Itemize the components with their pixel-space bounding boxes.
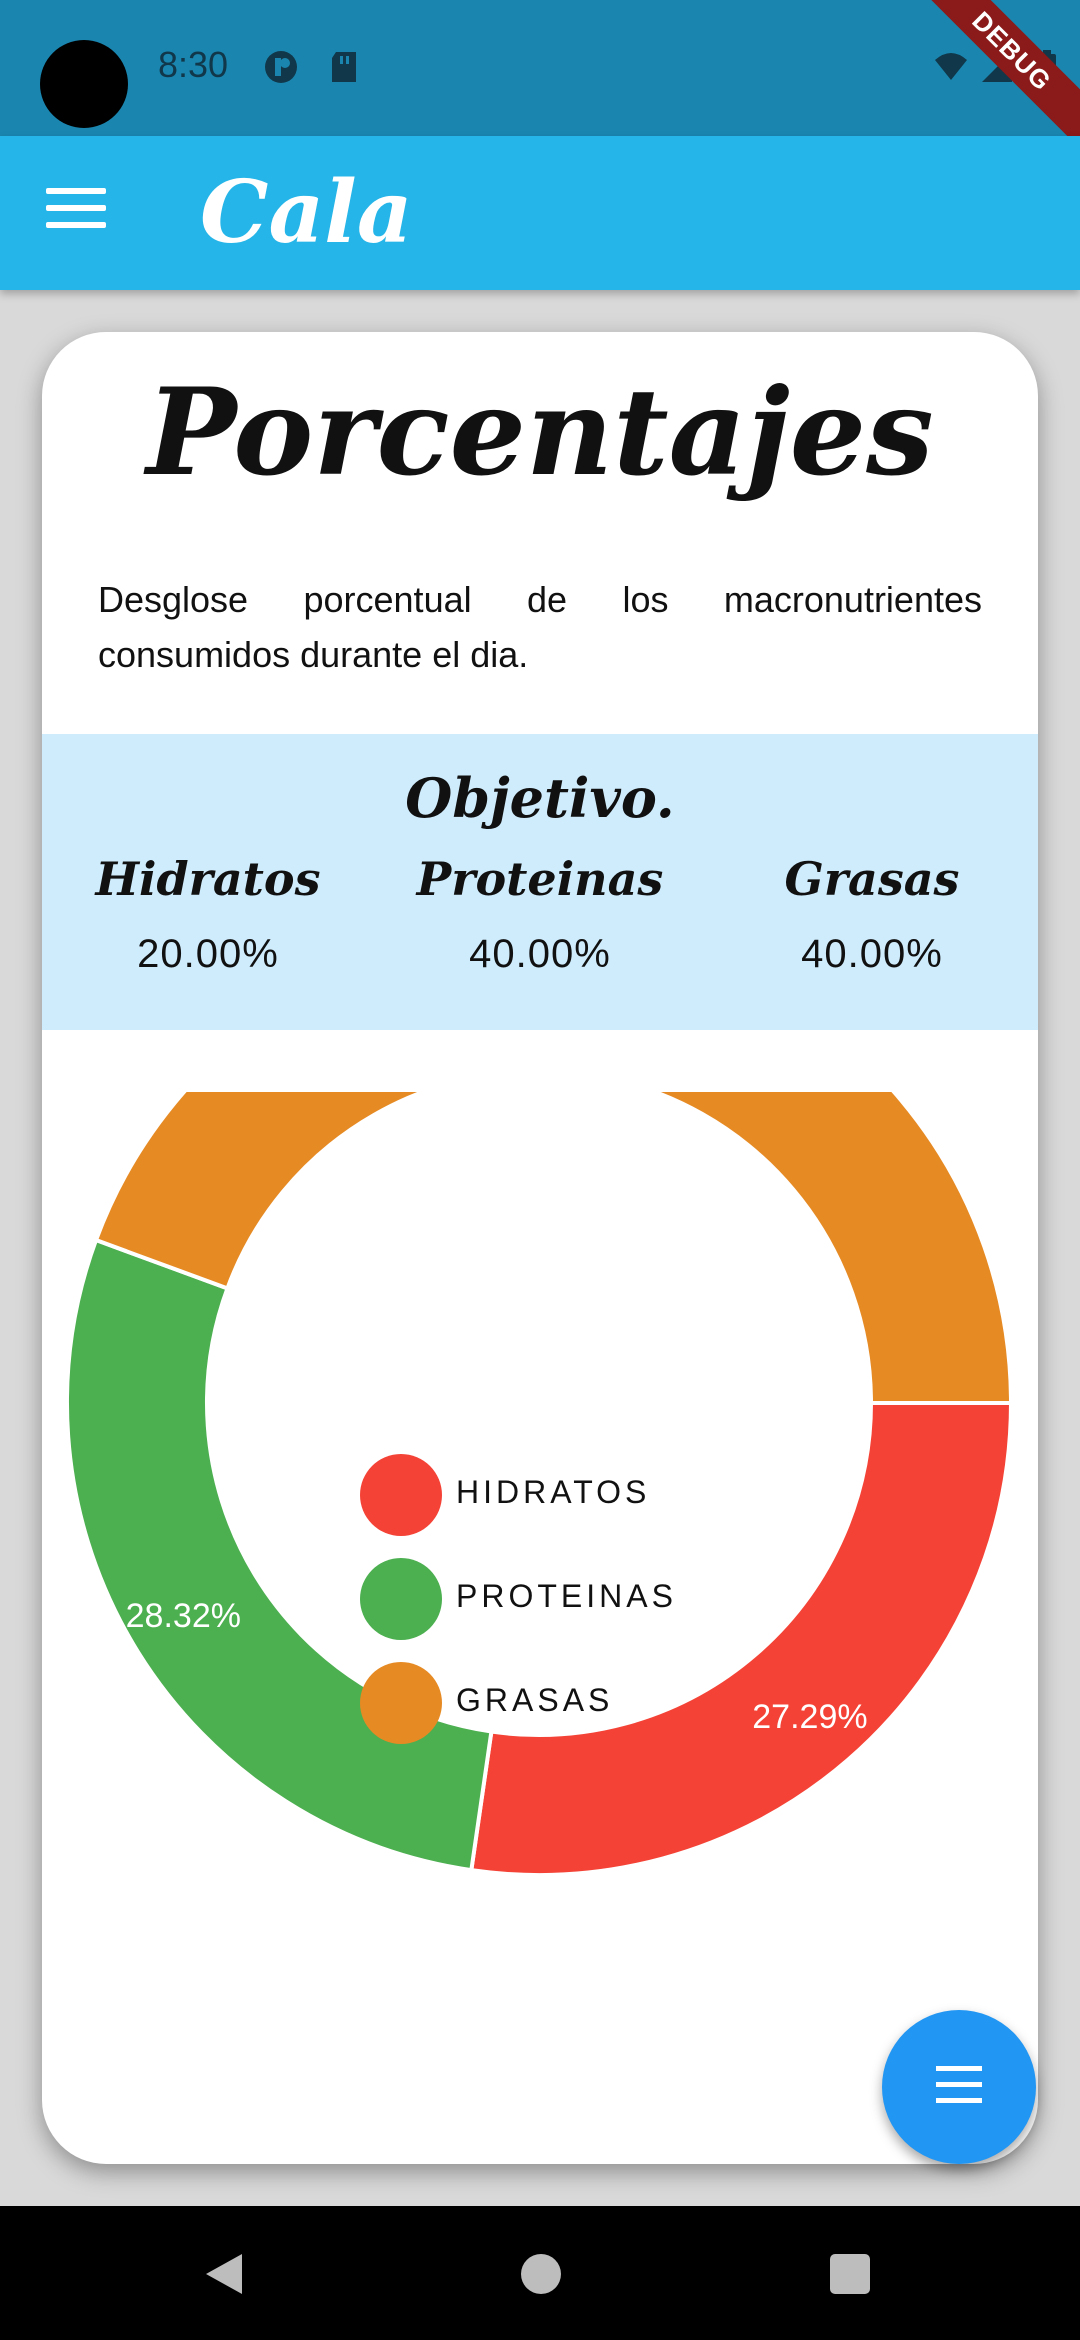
legend-dot-hidratos bbox=[360, 1454, 442, 1536]
donut-slice-grasas bbox=[93, 1092, 1014, 1405]
objective-proteinas: Proteinas 40.00% bbox=[374, 852, 706, 977]
objective-label: Hidratos bbox=[95, 852, 321, 906]
donut-slice-proteinas bbox=[65, 1237, 494, 1873]
legend-dot-grasas bbox=[360, 1662, 442, 1744]
fab-menu-button[interactable] bbox=[882, 2010, 1036, 2164]
objective-value: 20.00% bbox=[137, 932, 279, 976]
hamburger-menu-icon[interactable] bbox=[46, 188, 106, 238]
system-nav-bar bbox=[0, 2206, 1080, 2340]
donut-slice-label: 27.29% bbox=[752, 1698, 867, 1736]
page-title: Porcentajes bbox=[146, 362, 934, 503]
status-bar: 8:30 DEBUG bbox=[0, 0, 1080, 158]
objective-grasas: Grasas 40.00% bbox=[706, 852, 1038, 977]
home-icon[interactable] bbox=[521, 2254, 561, 2294]
objective-title: Objetivo. bbox=[405, 766, 675, 830]
menu-icon bbox=[936, 2066, 982, 2114]
objective-label: Grasas bbox=[784, 852, 960, 906]
recents-icon[interactable] bbox=[830, 2254, 870, 2294]
sd-card-icon bbox=[332, 52, 356, 82]
status-time: 8:30 bbox=[158, 44, 229, 85]
app-bar: Cala bbox=[0, 136, 1080, 290]
percentages-card: Porcentajes Desglose porcentual de los m… bbox=[42, 332, 1038, 2164]
notification-icon bbox=[265, 51, 297, 83]
legend-dot-proteinas bbox=[360, 1558, 442, 1640]
wifi-icon bbox=[935, 53, 967, 80]
back-icon[interactable] bbox=[206, 2254, 242, 2294]
objective-label: Proteinas bbox=[416, 852, 664, 906]
app-title: Cala bbox=[200, 162, 413, 263]
objective-panel: Objetivo. Hidratos 20.00% Proteinas 40.0… bbox=[42, 734, 1038, 1030]
donut-slice-label: 28.32% bbox=[126, 1597, 241, 1635]
objective-value: 40.00% bbox=[469, 932, 611, 976]
description-text: Desglose porcentual de los macronutrient… bbox=[98, 579, 982, 675]
legend-label: PROTEINAS bbox=[456, 1578, 677, 1614]
legend-label: GRASAS bbox=[456, 1682, 614, 1718]
legend-label: HIDRATOS bbox=[456, 1474, 651, 1510]
camera-cutout bbox=[40, 40, 128, 128]
objective-value: 40.00% bbox=[801, 932, 943, 976]
objective-hidratos: Hidratos 20.00% bbox=[42, 852, 374, 977]
